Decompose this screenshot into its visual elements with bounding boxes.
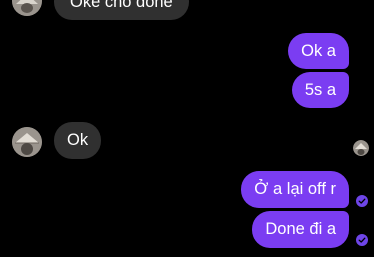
contact-avatar-photo	[12, 127, 42, 157]
check-icon	[358, 198, 366, 204]
message-bubble-incoming[interactable]: Oke cho done	[54, 0, 189, 20]
message-text: 5s a	[304, 81, 336, 99]
message-text: Ok	[67, 131, 89, 149]
contact-avatar-photo	[12, 0, 42, 16]
message-bubble-outgoing[interactable]: 5s a	[291, 72, 349, 108]
message-bubble-outgoing[interactable]: Done đi a	[252, 211, 349, 248]
seen-indicator	[356, 195, 368, 207]
message-text: Ở a lại off r	[254, 180, 336, 198]
message-bubble-incoming[interactable]: Ok	[54, 122, 102, 159]
message-bubble-outgoing[interactable]: Ở a lại off r	[241, 171, 349, 208]
read-receipt-avatar	[353, 140, 369, 156]
message-text: Done đi a	[265, 220, 336, 238]
message-text: Ok a	[301, 42, 336, 60]
seen-indicator	[356, 234, 368, 246]
contact-avatar[interactable]	[12, 0, 42, 16]
check-icon	[358, 237, 366, 243]
message-bubble-outgoing[interactable]: Ok a	[288, 33, 349, 69]
message-text: Oke cho done	[70, 0, 173, 11]
contact-avatar[interactable]	[12, 127, 42, 157]
read-receipt-avatar-icon	[353, 140, 369, 156]
message-thread: Oke cho done Ok a 5s a Ok Ở a lại off r	[0, 0, 374, 257]
